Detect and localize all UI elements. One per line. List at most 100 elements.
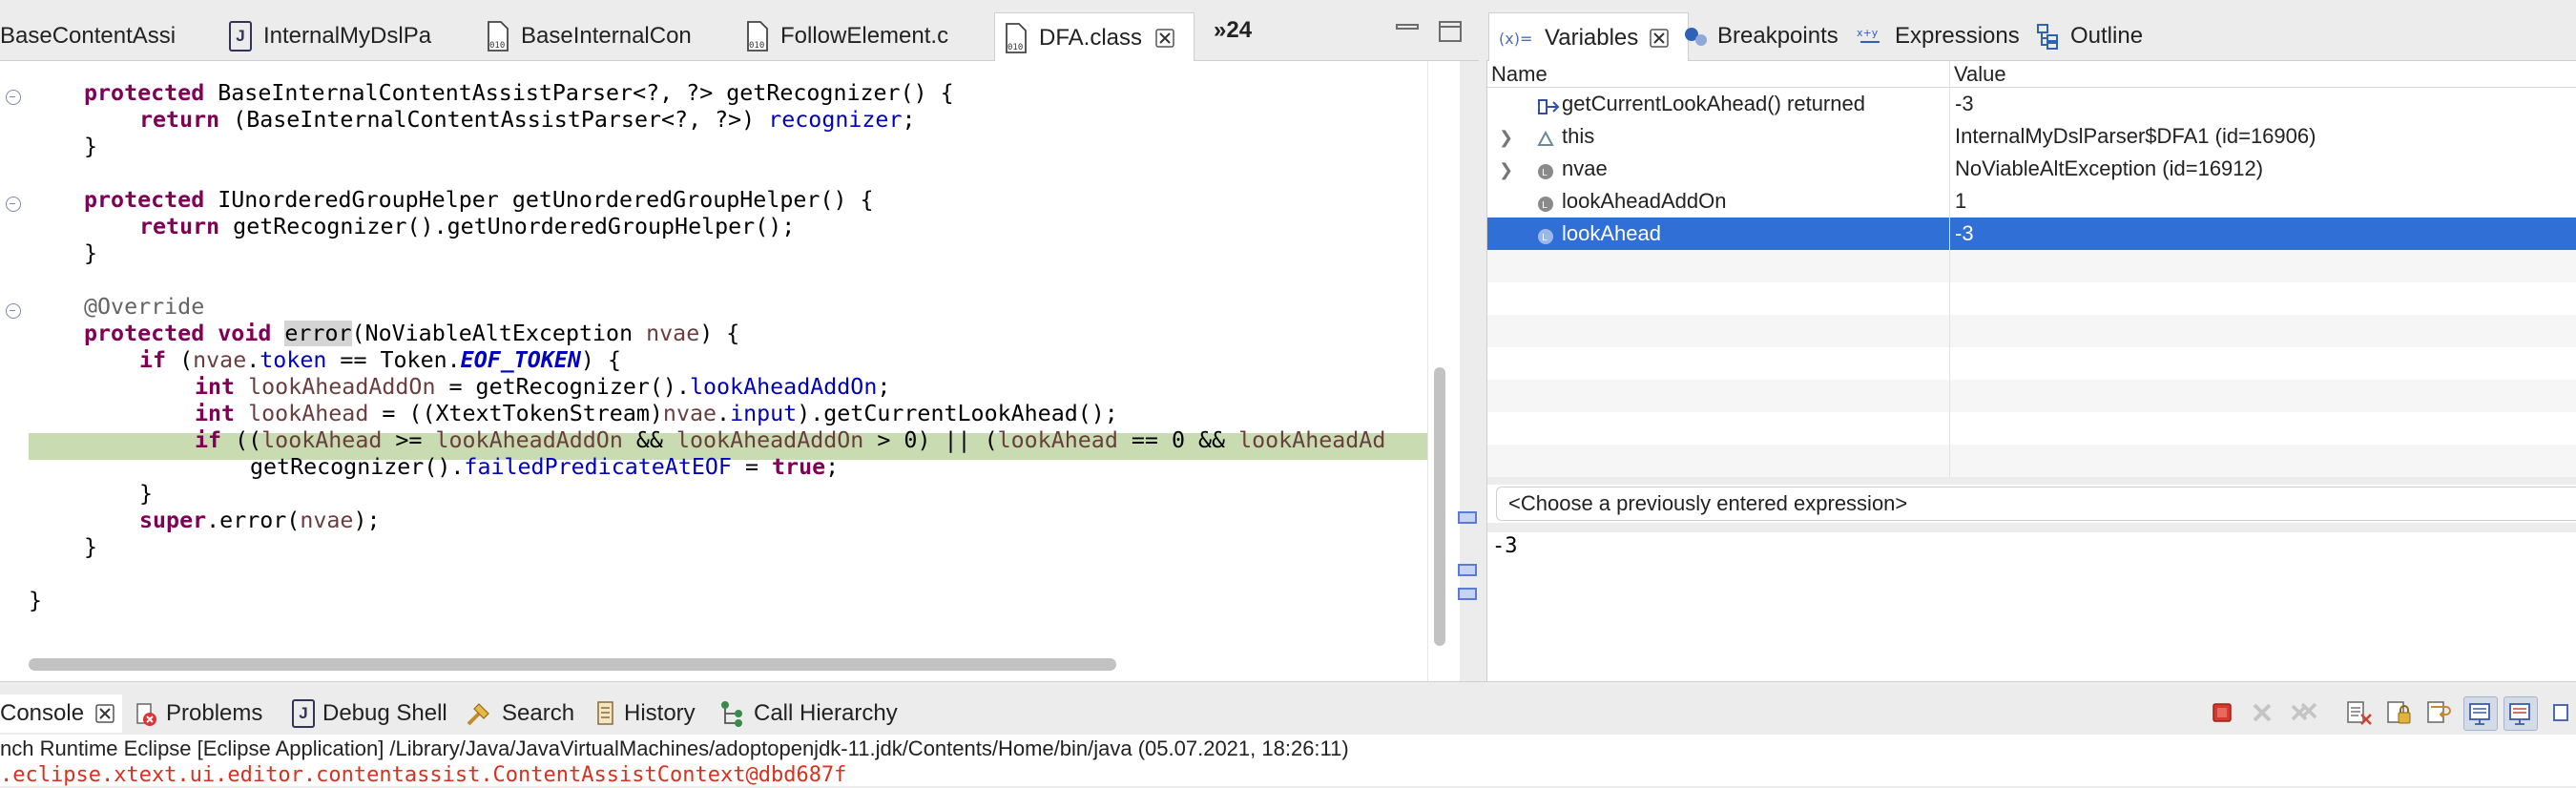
remove-launch-icon[interactable] xyxy=(2246,696,2278,729)
empty-row xyxy=(1487,445,2576,477)
code-line: return (BaseInternalContentAssistParser<… xyxy=(139,107,916,133)
tab-label: Console xyxy=(0,700,85,726)
console-launch-info: nch Runtime Eclipse [Eclipse Application… xyxy=(0,736,1349,760)
empty-row xyxy=(1487,250,2576,282)
code-line: return getRecognizer().getUnorderedGroup… xyxy=(139,214,796,239)
scroll-lock-icon[interactable] xyxy=(2383,696,2416,729)
vertical-scrollbar-thumb[interactable] xyxy=(1434,367,1445,646)
debug-shell-icon: J xyxy=(292,699,315,728)
occurrence-marker[interactable] xyxy=(1458,511,1477,524)
code-line: } xyxy=(84,134,98,159)
sash[interactable] xyxy=(1487,477,2576,485)
clear-console-icon[interactable] xyxy=(2343,696,2376,729)
code-line: if (nvae.token == Token.EOF_TOKEN) { xyxy=(139,347,621,373)
editor-tab-basecontentassi[interactable]: BaseContentAssi xyxy=(0,13,191,59)
column-header-name[interactable]: Name xyxy=(1491,61,1548,88)
editor-tab-baseinternalcon[interactable]: 010 BaseInternalCon xyxy=(487,13,716,59)
code-line: int lookAheadAddOn = getRecognizer().loo… xyxy=(195,374,891,400)
tab-label: Search xyxy=(502,700,575,726)
terminate-button[interactable] xyxy=(2206,696,2238,729)
code-line: } xyxy=(84,534,98,560)
tab-call-hierarchy[interactable]: Call Hierarchy xyxy=(717,695,898,733)
tab-debug-shell[interactable]: J Debug Shell xyxy=(292,695,447,733)
field-icon xyxy=(1537,129,1554,154)
maximize-button[interactable] xyxy=(1439,21,1462,42)
tab-expressions[interactable]: x+y Expressions xyxy=(1857,13,2038,59)
variable-row[interactable]: L lookAheadAddOn 1 xyxy=(1487,185,2576,218)
class-file-icon: 010 xyxy=(746,21,769,52)
detail-pane-value[interactable]: -3 xyxy=(1492,534,1874,567)
fold-collapse-icon[interactable] xyxy=(6,197,21,212)
svg-text:L: L xyxy=(1542,233,1548,243)
variables-table-header: Name Value xyxy=(1487,61,2576,88)
close-icon[interactable] xyxy=(95,704,114,723)
column-header-value[interactable]: Value xyxy=(1954,61,2006,88)
variable-row-selected[interactable]: L lookAhead -3 xyxy=(1487,218,2576,250)
tab-breakpoints[interactable]: Breakpoints xyxy=(1683,13,1855,59)
code-line: } xyxy=(29,588,43,613)
tab-problems[interactable]: Problems xyxy=(135,695,262,733)
horizontal-scrollbar-thumb[interactable] xyxy=(29,658,1116,671)
column-divider[interactable] xyxy=(1949,61,1950,477)
local-variable-icon: L xyxy=(1537,161,1554,186)
tab-label: History xyxy=(624,700,696,726)
history-icon xyxy=(595,700,616,727)
java-file-icon: J xyxy=(229,21,252,52)
problems-icon xyxy=(135,700,158,727)
svg-text:L: L xyxy=(1542,168,1548,178)
code-line: protected IUnorderedGroupHelper getUnord… xyxy=(84,187,874,213)
occurrence-marker[interactable] xyxy=(1458,564,1477,576)
variable-row[interactable]: getCurrentLookAhead() returned -3 xyxy=(1487,88,2576,120)
variables-icon: (x)= xyxy=(1499,28,1537,49)
tab-label: InternalMyDslPa xyxy=(263,23,432,49)
local-variable-icon: L xyxy=(1537,226,1554,251)
code-line: protected void error(NoViableAltExceptio… xyxy=(84,321,740,346)
code-editor[interactable]: protected BaseInternalContentAssistParse… xyxy=(0,61,1460,681)
editor-tab-dfa-class[interactable]: 010 DFA.class xyxy=(994,12,1195,62)
tab-label: Expressions xyxy=(1895,23,2020,49)
tab-label: BaseContentAssi xyxy=(0,23,177,49)
tab-label: Outline xyxy=(2070,23,2144,49)
tab-label: BaseInternalCon xyxy=(521,23,692,49)
code-line: int lookAhead = ((XtextTokenStream)nvae.… xyxy=(195,401,1118,426)
variable-name: nvae xyxy=(1562,156,1608,180)
close-icon[interactable] xyxy=(1650,28,1670,48)
console-output-line: .eclipse.xtext.ui.editor.contentassist.C… xyxy=(0,763,847,787)
editor-tab-internalmydslpa[interactable]: J InternalMyDslPa xyxy=(229,13,448,59)
tab-search[interactable]: Search xyxy=(466,695,574,733)
tab-label: FollowElement.c xyxy=(780,23,949,49)
tab-variables[interactable]: (x)= Variables xyxy=(1488,12,1689,62)
show-console-on-stderr-icon[interactable] xyxy=(2503,696,2538,731)
occurrence-marker[interactable] xyxy=(1458,588,1477,600)
variable-value: NoViableAltException (id=16912) xyxy=(1955,156,2264,180)
close-icon[interactable] xyxy=(1155,28,1174,48)
word-wrap-icon[interactable] xyxy=(2423,696,2456,729)
variable-name: this xyxy=(1562,124,1595,148)
chevron-right-icon[interactable]: ❯ xyxy=(1499,160,1513,180)
minimize-button[interactable] xyxy=(1395,17,1422,44)
tab-label: Problems xyxy=(166,700,263,726)
tab-label: Variables xyxy=(1545,24,1639,51)
chevron-right-icon[interactable]: ❯ xyxy=(1499,128,1513,148)
editor-overflow-tabs[interactable]: »24 xyxy=(1214,17,1290,55)
search-icon xyxy=(466,700,494,727)
code-line-current: if ((lookAhead >= lookAheadAddOn && look… xyxy=(195,427,1386,453)
tab-console[interactable]: Console xyxy=(0,695,123,733)
variable-row[interactable]: ❯ this InternalMyDslParser$DFA1 (id=1690… xyxy=(1487,120,2576,153)
show-console-on-stdout-icon[interactable] xyxy=(2463,696,2498,731)
fold-collapse-icon[interactable] xyxy=(6,303,21,319)
svg-text:010: 010 xyxy=(489,41,505,51)
divider xyxy=(1487,523,2576,532)
editor-tab-followelement[interactable]: 010 FollowElement.c xyxy=(746,13,975,59)
tab-history[interactable]: History xyxy=(595,695,696,733)
variable-row[interactable]: ❯ L nvae NoViableAltException (id=16912) xyxy=(1487,153,2576,185)
empty-row xyxy=(1487,315,2576,347)
expression-history-combo[interactable]: <Choose a previously entered expression> xyxy=(1496,487,2576,521)
pin-console-icon[interactable] xyxy=(2547,696,2576,729)
code-line: @Override xyxy=(84,294,205,320)
tab-outline[interactable]: Outline xyxy=(2036,13,2189,59)
remove-all-launches-icon[interactable] xyxy=(2288,696,2320,729)
call-hierarchy-icon xyxy=(717,699,746,728)
fold-collapse-icon[interactable] xyxy=(6,90,21,105)
svg-text:(x)=: (x)= xyxy=(1499,30,1532,48)
